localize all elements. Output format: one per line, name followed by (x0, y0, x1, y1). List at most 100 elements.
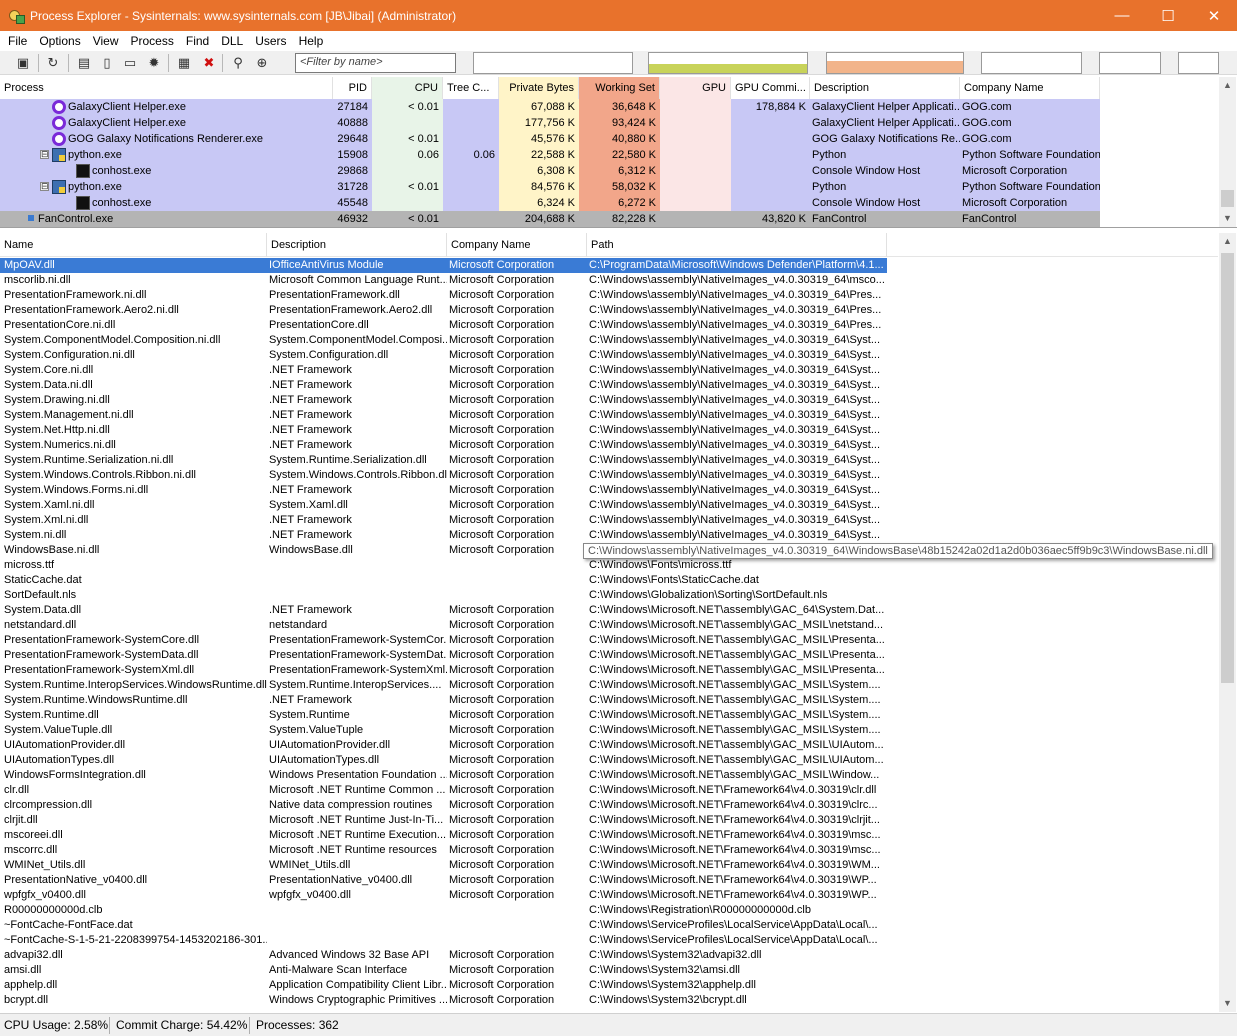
collapse-toggle-icon[interactable]: ⊟ (40, 182, 49, 191)
scroll-up-arrow-icon[interactable]: ▲ (1219, 77, 1236, 94)
process-row[interactable]: ⊟ python.exe 15908 0.06 0.06 22,588 K 22,580 K… (0, 147, 1100, 163)
column-gpu-commit[interactable]: GPU Commi... (731, 77, 810, 99)
column-dll-description[interactable]: Description (267, 233, 447, 257)
dll-row[interactable]: PresentationNative_v0400.dll Presentation… (0, 873, 887, 888)
properties-icon[interactable]: ▯ (98, 54, 116, 72)
scroll-up-arrow-icon[interactable]: ▲ (1219, 233, 1236, 250)
dll-row[interactable]: MpOAV.dll IOfficeAntiVirus Module Microsof… (0, 258, 887, 273)
system-info-icon[interactable]: ▤ (75, 54, 93, 72)
scroll-down-arrow-icon[interactable]: ▼ (1219, 995, 1236, 1012)
process-row[interactable]: conhost.exe 45548 6,324 K 6,272 K Console Wi… (0, 195, 1100, 211)
column-process[interactable]: Process (0, 77, 333, 99)
dll-row[interactable]: System.ComponentModel.Composition.ni.dll… (0, 333, 887, 348)
dll-row[interactable]: ~FontCache-S-1-5-21-2208399754-145320218… (0, 933, 887, 948)
dll-row[interactable]: System.Numerics.ni.dll .NET Framework Micr… (0, 438, 887, 453)
commit-charge-graph[interactable] (826, 52, 964, 74)
process-row[interactable]: GOG Galaxy Notifications Renderer.exe 296… (0, 131, 1100, 147)
window-icon[interactable]: ▭ (121, 54, 139, 72)
kill-process-icon[interactable]: ✖ (200, 54, 218, 72)
dll-row[interactable]: PresentationCore.ni.dll PresentationCore.… (0, 318, 887, 333)
dll-row[interactable]: System.Xml.ni.dll .NET Framework Microsoft… (0, 513, 887, 528)
dll-row[interactable]: R00000000000d.clb C:\Windows\Registration… (0, 903, 887, 918)
dll-row[interactable]: amsi.dll Anti-Malware Scan Interface Micro… (0, 963, 887, 978)
column-dll-company[interactable]: Company Name (447, 233, 587, 257)
dll-row[interactable]: System.Net.Http.ni.dll .NET Framework Micr… (0, 423, 887, 438)
disk-graph[interactable] (1178, 52, 1219, 74)
dll-row[interactable]: System.ni.dll .NET Framework Microsoft Cor… (0, 528, 887, 543)
dll-row[interactable]: ~FontCache-FontFace.dat C:\Windows\Servic… (0, 918, 887, 933)
process-row[interactable]: FanControl.exe 46932 < 0.01 204,688 K 82,228… (0, 211, 1100, 227)
scroll-thumb[interactable] (1221, 190, 1234, 207)
dll-row[interactable]: StaticCache.dat C:\Windows\Fonts\StaticCa… (0, 573, 887, 588)
menu-view[interactable]: View (87, 34, 125, 48)
dll-row[interactable]: System.Runtime.WindowsRuntime.dll .NET Fr… (0, 693, 887, 708)
dll-row[interactable]: PresentationFramework-SystemXml.dll Prese… (0, 663, 887, 678)
scroll-down-arrow-icon[interactable]: ▼ (1219, 210, 1236, 227)
dll-row[interactable]: advapi32.dll Advanced Windows 32 Base API… (0, 948, 887, 963)
dll-row[interactable]: System.ValueTuple.dll System.ValueTuple Mi… (0, 723, 887, 738)
dll-row[interactable]: PresentationFramework-SystemData.dll Pres… (0, 648, 887, 663)
dll-row[interactable]: wpfgfx_v0400.dll wpfgfx_v0400.dll Microsof… (0, 888, 887, 903)
filter-input[interactable]: <Filter by name> (295, 53, 456, 73)
dll-row[interactable]: SortDefault.nls C:\Windows\Globalization\… (0, 588, 887, 603)
dll-row[interactable]: WindowsFormsIntegration.dll Windows Prese… (0, 768, 887, 783)
column-company-name[interactable]: Company Name (960, 77, 1100, 99)
network-graph[interactable] (1099, 52, 1161, 74)
menu-dll[interactable]: DLL (215, 34, 249, 48)
dll-row[interactable]: netstandard.dll netstandard Microsoft Corp… (0, 618, 887, 633)
close-button[interactable]: ✕ (1191, 0, 1237, 31)
process-row[interactable]: GalaxyClient Helper.exe 40888 177,756 K 93,… (0, 115, 1100, 131)
dll-row[interactable]: bcrypt.dll Windows Cryptographic Primitiv… (0, 993, 887, 1008)
column-cpu[interactable]: CPU (372, 77, 443, 99)
cpu-graph-icon[interactable]: ✹ (145, 54, 163, 72)
minimize-button[interactable]: — (1099, 0, 1145, 31)
dll-row[interactable]: System.Drawing.ni.dll .NET Framework Micro… (0, 393, 887, 408)
dll-row[interactable]: System.Data.dll .NET Framework Microsoft C… (0, 603, 887, 618)
save-icon[interactable]: ▣ (14, 54, 32, 72)
dll-scrollbar[interactable]: ▲ ▼ (1219, 233, 1236, 1012)
dll-row[interactable]: apphelp.dll Application Compatibility Cli… (0, 978, 887, 993)
dll-row[interactable]: System.Windows.Controls.Ribbon.ni.dll Sys… (0, 468, 887, 483)
dll-row[interactable]: System.Runtime.Serialization.ni.dll Syste… (0, 453, 887, 468)
menu-help[interactable]: Help (293, 34, 330, 48)
dll-row[interactable]: UIAutomationTypes.dll UIAutomationTypes.d… (0, 753, 887, 768)
column-description[interactable]: Description (810, 77, 960, 99)
io-graph[interactable] (981, 52, 1082, 74)
dll-row[interactable]: PresentationFramework.ni.dll Presentation… (0, 288, 887, 303)
column-working-set[interactable]: Working Set (579, 77, 660, 99)
column-private-bytes[interactable]: Private Bytes (499, 77, 579, 99)
menu-process[interactable]: Process (125, 34, 180, 48)
menu-file[interactable]: File (2, 34, 33, 48)
menu-users[interactable]: Users (249, 34, 292, 48)
target-crosshair-icon[interactable]: ⊕ (253, 54, 271, 72)
dll-row[interactable]: System.Configuration.ni.dll System.Config… (0, 348, 887, 363)
dll-row[interactable]: PresentationFramework-SystemCore.dll Pres… (0, 633, 887, 648)
dll-row[interactable]: System.Core.ni.dll .NET Framework Microsof… (0, 363, 887, 378)
process-row[interactable]: conhost.exe 29868 6,308 K 6,312 K Console Wi… (0, 163, 1100, 179)
cpu-usage-graph[interactable] (648, 52, 808, 74)
collapse-toggle-icon[interactable]: ⊟ (40, 150, 49, 159)
dll-row[interactable]: mscorrc.dll Microsoft .NET Runtime resour… (0, 843, 887, 858)
refresh-icon[interactable]: ↻ (44, 54, 62, 72)
dll-row[interactable]: UIAutomationProvider.dll UIAutomationProv… (0, 738, 887, 753)
maximize-button[interactable]: ☐ (1145, 0, 1191, 31)
dll-row[interactable]: System.Runtime.dll System.Runtime Microsof… (0, 708, 887, 723)
menu-find[interactable]: Find (180, 34, 215, 48)
dll-row[interactable]: PresentationFramework.Aero2.ni.dll Presen… (0, 303, 887, 318)
process-row[interactable]: GalaxyClient Helper.exe 27184 < 0.01 67,088… (0, 99, 1100, 115)
dll-row[interactable]: mscoreei.dll Microsoft .NET Runtime Execu… (0, 828, 887, 843)
dll-row[interactable]: System.Windows.Forms.ni.dll .NET Framewor… (0, 483, 887, 498)
dll-row[interactable]: clrcompression.dll Native data compressio… (0, 798, 887, 813)
column-tree-cpu[interactable]: Tree C... (443, 77, 499, 99)
dll-row[interactable]: micross.ttf C:\Windows\Fonts\micross.ttf (0, 558, 887, 573)
dll-row[interactable]: System.Management.ni.dll .NET Framework Mi… (0, 408, 887, 423)
dll-row[interactable]: clr.dll Microsoft .NET Runtime Common ...… (0, 783, 887, 798)
dll-row[interactable]: System.Data.ni.dll .NET Framework Microsof… (0, 378, 887, 393)
find-binoculars-icon[interactable]: ⚲ (229, 54, 247, 72)
dll-row[interactable]: System.Xaml.ni.dll System.Xaml.dll Microso… (0, 498, 887, 513)
column-pid[interactable]: PID (333, 77, 372, 99)
dll-row[interactable]: WMINet_Utils.dll WMINet_Utils.dll Microsof… (0, 858, 887, 873)
process-scrollbar[interactable]: ▲ ▼ (1219, 77, 1236, 227)
dll-row[interactable]: mscorlib.ni.dll Microsoft Common Language… (0, 273, 887, 288)
process-row[interactable]: ⊟ python.exe 31728 < 0.01 84,576 K 58,032 K Py… (0, 179, 1100, 195)
